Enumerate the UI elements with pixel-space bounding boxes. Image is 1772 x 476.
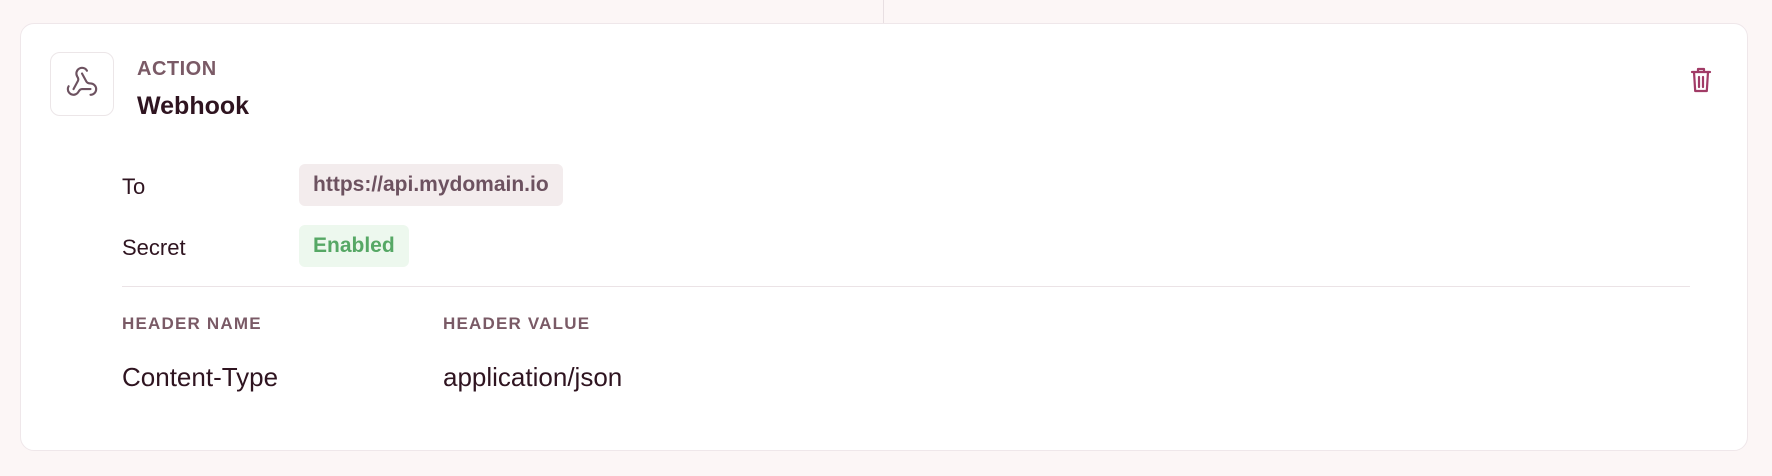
top-divider (883, 0, 884, 24)
secret-label: Secret (122, 235, 186, 260)
secret-status-badge: Enabled (299, 225, 409, 267)
webhook-action-card: ACTION Webhook To https://api.mydomain.i… (20, 23, 1748, 451)
webhook-icon (65, 65, 99, 104)
to-label: To (122, 174, 146, 199)
trash-icon (1690, 66, 1712, 99)
header-value-cell: application/json (443, 362, 623, 392)
header-name-cell: Content-Type (122, 362, 279, 392)
header-name-column: HEADER NAME (122, 314, 262, 333)
section-divider (122, 286, 1690, 287)
action-type-label: ACTION (137, 58, 217, 80)
delete-button[interactable] (1685, 64, 1717, 100)
to-url-value: https://api.mydomain.io (299, 164, 563, 206)
header-value-column: HEADER VALUE (443, 314, 591, 333)
webhook-icon-tile (50, 52, 114, 116)
action-title: Webhook (137, 92, 250, 120)
